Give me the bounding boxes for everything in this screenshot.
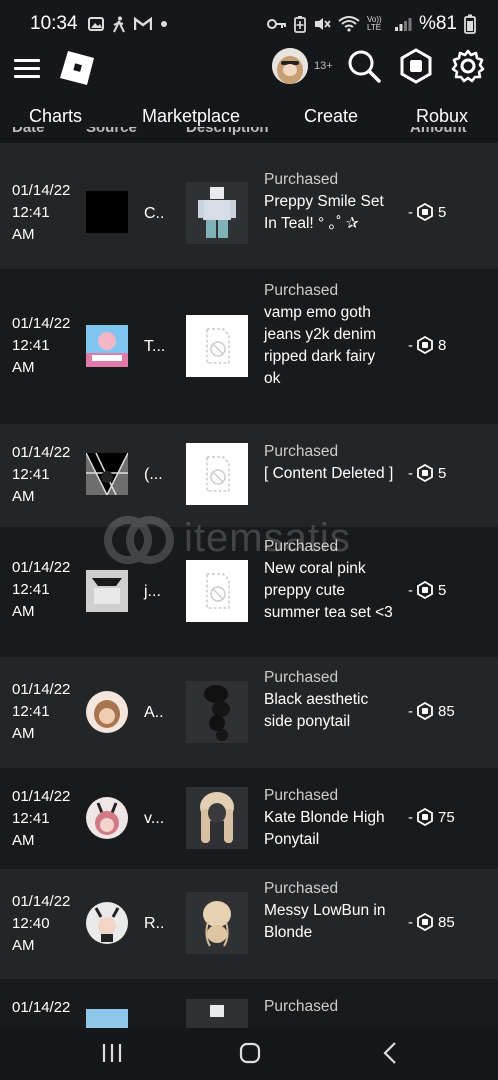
age-badge: 13+ <box>314 60 333 72</box>
col-source: Source <box>86 127 137 136</box>
item-description: Purchased <box>264 998 339 1015</box>
item-thumbnail[interactable] <box>186 787 248 849</box>
table-row[interactable]: 01/14/22 12:40 AM R.. Purchased Messy LowBu… <box>0 869 498 979</box>
back-icon[interactable] <box>376 1038 406 1068</box>
source-thumbnail[interactable] <box>86 325 128 367</box>
app-header: 13+ <box>0 48 498 98</box>
mute-icon <box>314 18 331 30</box>
robux-icon <box>417 581 433 599</box>
dot-icon <box>160 21 167 27</box>
home-icon[interactable] <box>235 1038 265 1068</box>
table-row[interactable]: 01/14/22 12:41 AM C.. Purchased Preppy Smil… <box>0 143 498 269</box>
amount: - 5 <box>408 464 447 482</box>
item-thumbnail[interactable] <box>186 892 248 954</box>
item-thumbnail[interactable] <box>186 560 248 622</box>
amount: - 5 <box>408 203 447 221</box>
signal-icon <box>394 18 412 31</box>
battery-level: %81 <box>418 13 457 34</box>
robux-icon <box>417 702 433 720</box>
walking-icon <box>112 16 125 32</box>
system-nav-bar <box>0 1028 498 1080</box>
source-thumbnail[interactable] <box>86 570 128 612</box>
robux-icon[interactable] <box>398 48 434 84</box>
source-name[interactable]: R.. <box>144 915 164 933</box>
tab-charts[interactable]: Charts <box>29 106 82 127</box>
item-thumbnail[interactable] <box>186 443 248 505</box>
robux-icon <box>417 464 433 482</box>
table-row[interactable]: 01/14/22 12:41 AM j... Purchased New coral … <box>0 527 498 657</box>
source-name[interactable]: A.. <box>144 704 164 722</box>
volte-label: Vo)) LTE <box>366 15 382 32</box>
item-description: Purchased Messy LowBun in Blonde <box>264 880 386 941</box>
status-time: 10:34 <box>30 13 78 34</box>
item-thumbnail[interactable] <box>186 999 248 1028</box>
amount: - 5 <box>408 581 447 599</box>
roblox-logo-icon[interactable] <box>59 50 95 86</box>
gallery-icon <box>87 17 104 31</box>
key-icon <box>266 19 286 29</box>
source-thumbnail[interactable] <box>86 1009 128 1028</box>
table-row[interactable]: 01/14/22 12:41 AM A.. Purchased Black aesth… <box>0 657 498 768</box>
item-description: Purchased[ Content Deleted ] <box>264 443 394 482</box>
item-thumbnail[interactable] <box>186 681 248 743</box>
recents-icon[interactable] <box>97 1038 127 1068</box>
gear-icon[interactable] <box>450 48 486 84</box>
source-name[interactable]: (... <box>144 466 163 484</box>
robux-icon <box>417 203 433 221</box>
source-name[interactable]: T... <box>144 338 165 356</box>
avatar[interactable] <box>272 48 308 84</box>
tab-marketplace[interactable]: Marketplace <box>142 106 240 127</box>
source-thumbnail[interactable] <box>86 691 128 733</box>
battery-saver-icon <box>294 16 306 33</box>
item-thumbnail[interactable] <box>186 315 248 377</box>
source-name[interactable]: v... <box>144 810 164 828</box>
source-thumbnail[interactable] <box>86 902 128 944</box>
col-description: Description <box>186 127 269 136</box>
source-thumbnail[interactable] <box>86 453 128 495</box>
item-description: Purchased Preppy Smile Set In Teal! ° ｡˚ … <box>264 171 384 232</box>
robux-icon <box>417 336 433 354</box>
wifi-icon <box>338 16 360 32</box>
amount: - 85 <box>408 702 455 720</box>
amount: - 8 <box>408 336 447 354</box>
item-description: Purchased Black aesthetic side ponytail <box>264 669 369 730</box>
menu-icon[interactable] <box>14 59 40 79</box>
table-row[interactable]: 01/14/22 12:41 AM v... Purchased Kate Blond… <box>0 768 498 869</box>
source-name[interactable]: C.. <box>144 205 164 223</box>
item-description: Purchased New coral pink preppy cute summ… <box>264 538 393 621</box>
item-description: Purchased vamp emo goth jeans y2k denim r… <box>264 282 377 387</box>
source-name[interactable]: j... <box>144 583 161 601</box>
gmail-icon <box>133 17 152 30</box>
source-thumbnail[interactable] <box>86 191 128 233</box>
tab-create[interactable]: Create <box>304 106 358 127</box>
source-thumbnail[interactable] <box>86 797 128 839</box>
col-amount: Amount <box>410 127 467 136</box>
table-row[interactable]: 01/14/22 Purchased <box>0 979 498 1028</box>
item-thumbnail[interactable] <box>186 182 248 244</box>
transactions-table: 01/14/22 12:41 AM C.. Purchased Preppy Smil… <box>0 143 498 1028</box>
amount: - 75 <box>408 808 455 826</box>
robux-icon <box>417 913 433 931</box>
robux-icon <box>417 808 433 826</box>
table-row[interactable]: 01/14/22 12:41 AM (... Purchased[ Content … <box>0 424 498 527</box>
amount: - 85 <box>408 913 455 931</box>
item-description: Purchased Kate Blonde High Ponytail <box>264 787 385 848</box>
search-icon[interactable] <box>346 48 382 84</box>
col-date: Date <box>12 127 45 136</box>
status-bar: 10:34 Vo)) LTE %81 <box>0 0 498 48</box>
tab-robux[interactable]: Robux <box>416 106 468 127</box>
battery-icon <box>464 14 476 34</box>
table-row[interactable]: 01/14/22 12:41 AM T... Purchased vamp emo g… <box>0 269 498 424</box>
